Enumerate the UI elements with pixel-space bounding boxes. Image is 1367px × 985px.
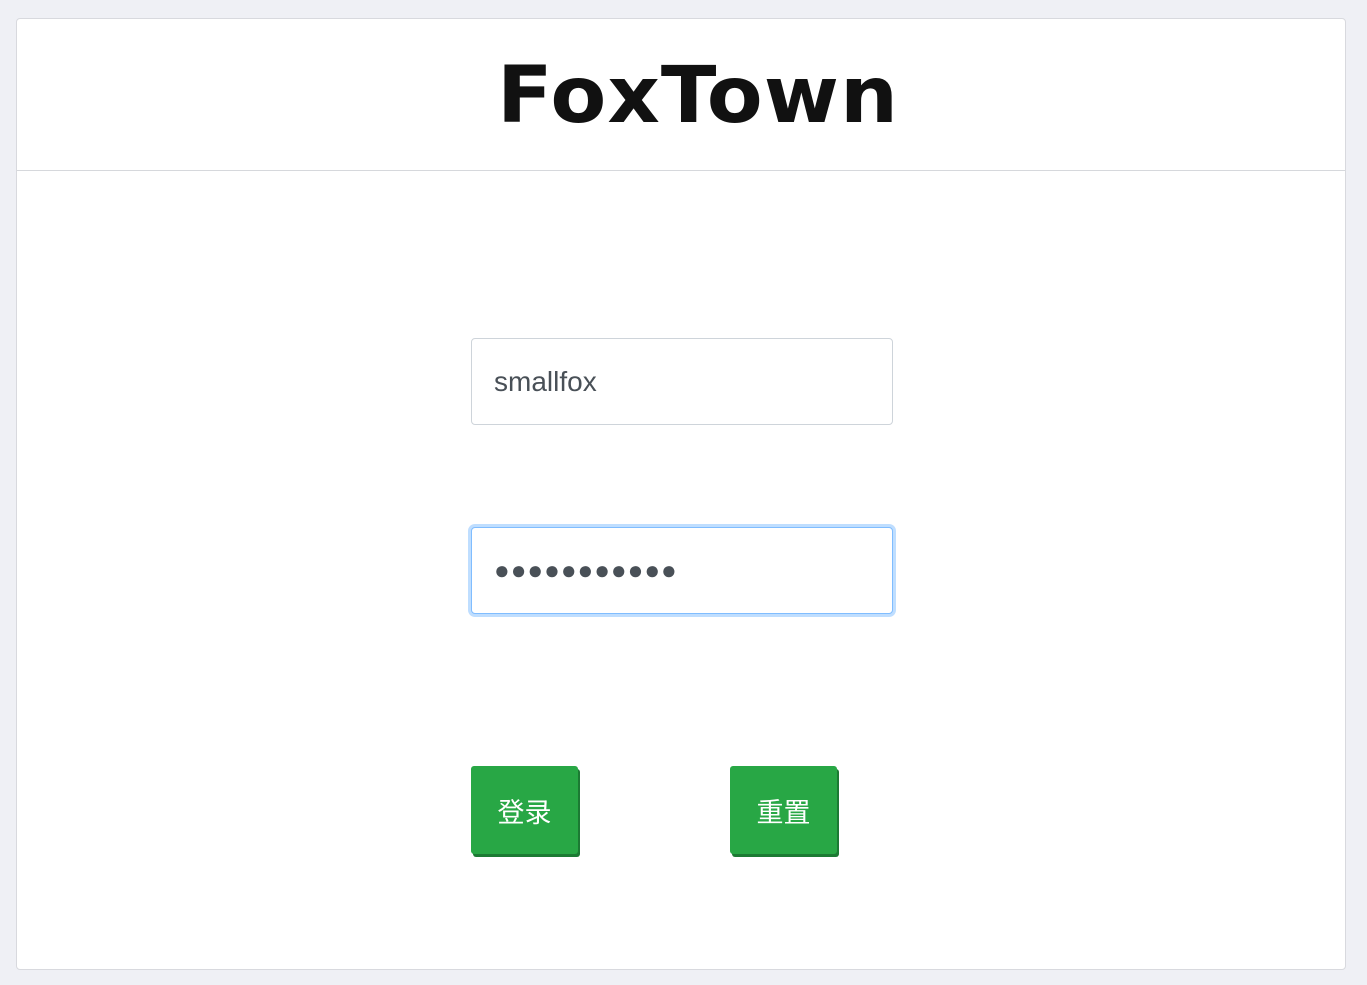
login-card: FoxTown ●●●●●●●●●●● 登录 重置 bbox=[16, 18, 1346, 970]
password-input[interactable]: ●●●●●●●●●●● bbox=[471, 527, 893, 614]
login-button[interactable]: 登录 bbox=[471, 766, 578, 854]
logo-text: FoxTown bbox=[497, 59, 899, 129]
reset-button[interactable]: 重置 bbox=[730, 766, 837, 854]
foxtown-logo: FoxTown bbox=[497, 59, 901, 129]
card-header: FoxTown bbox=[17, 19, 1345, 171]
username-input[interactable] bbox=[471, 338, 893, 425]
